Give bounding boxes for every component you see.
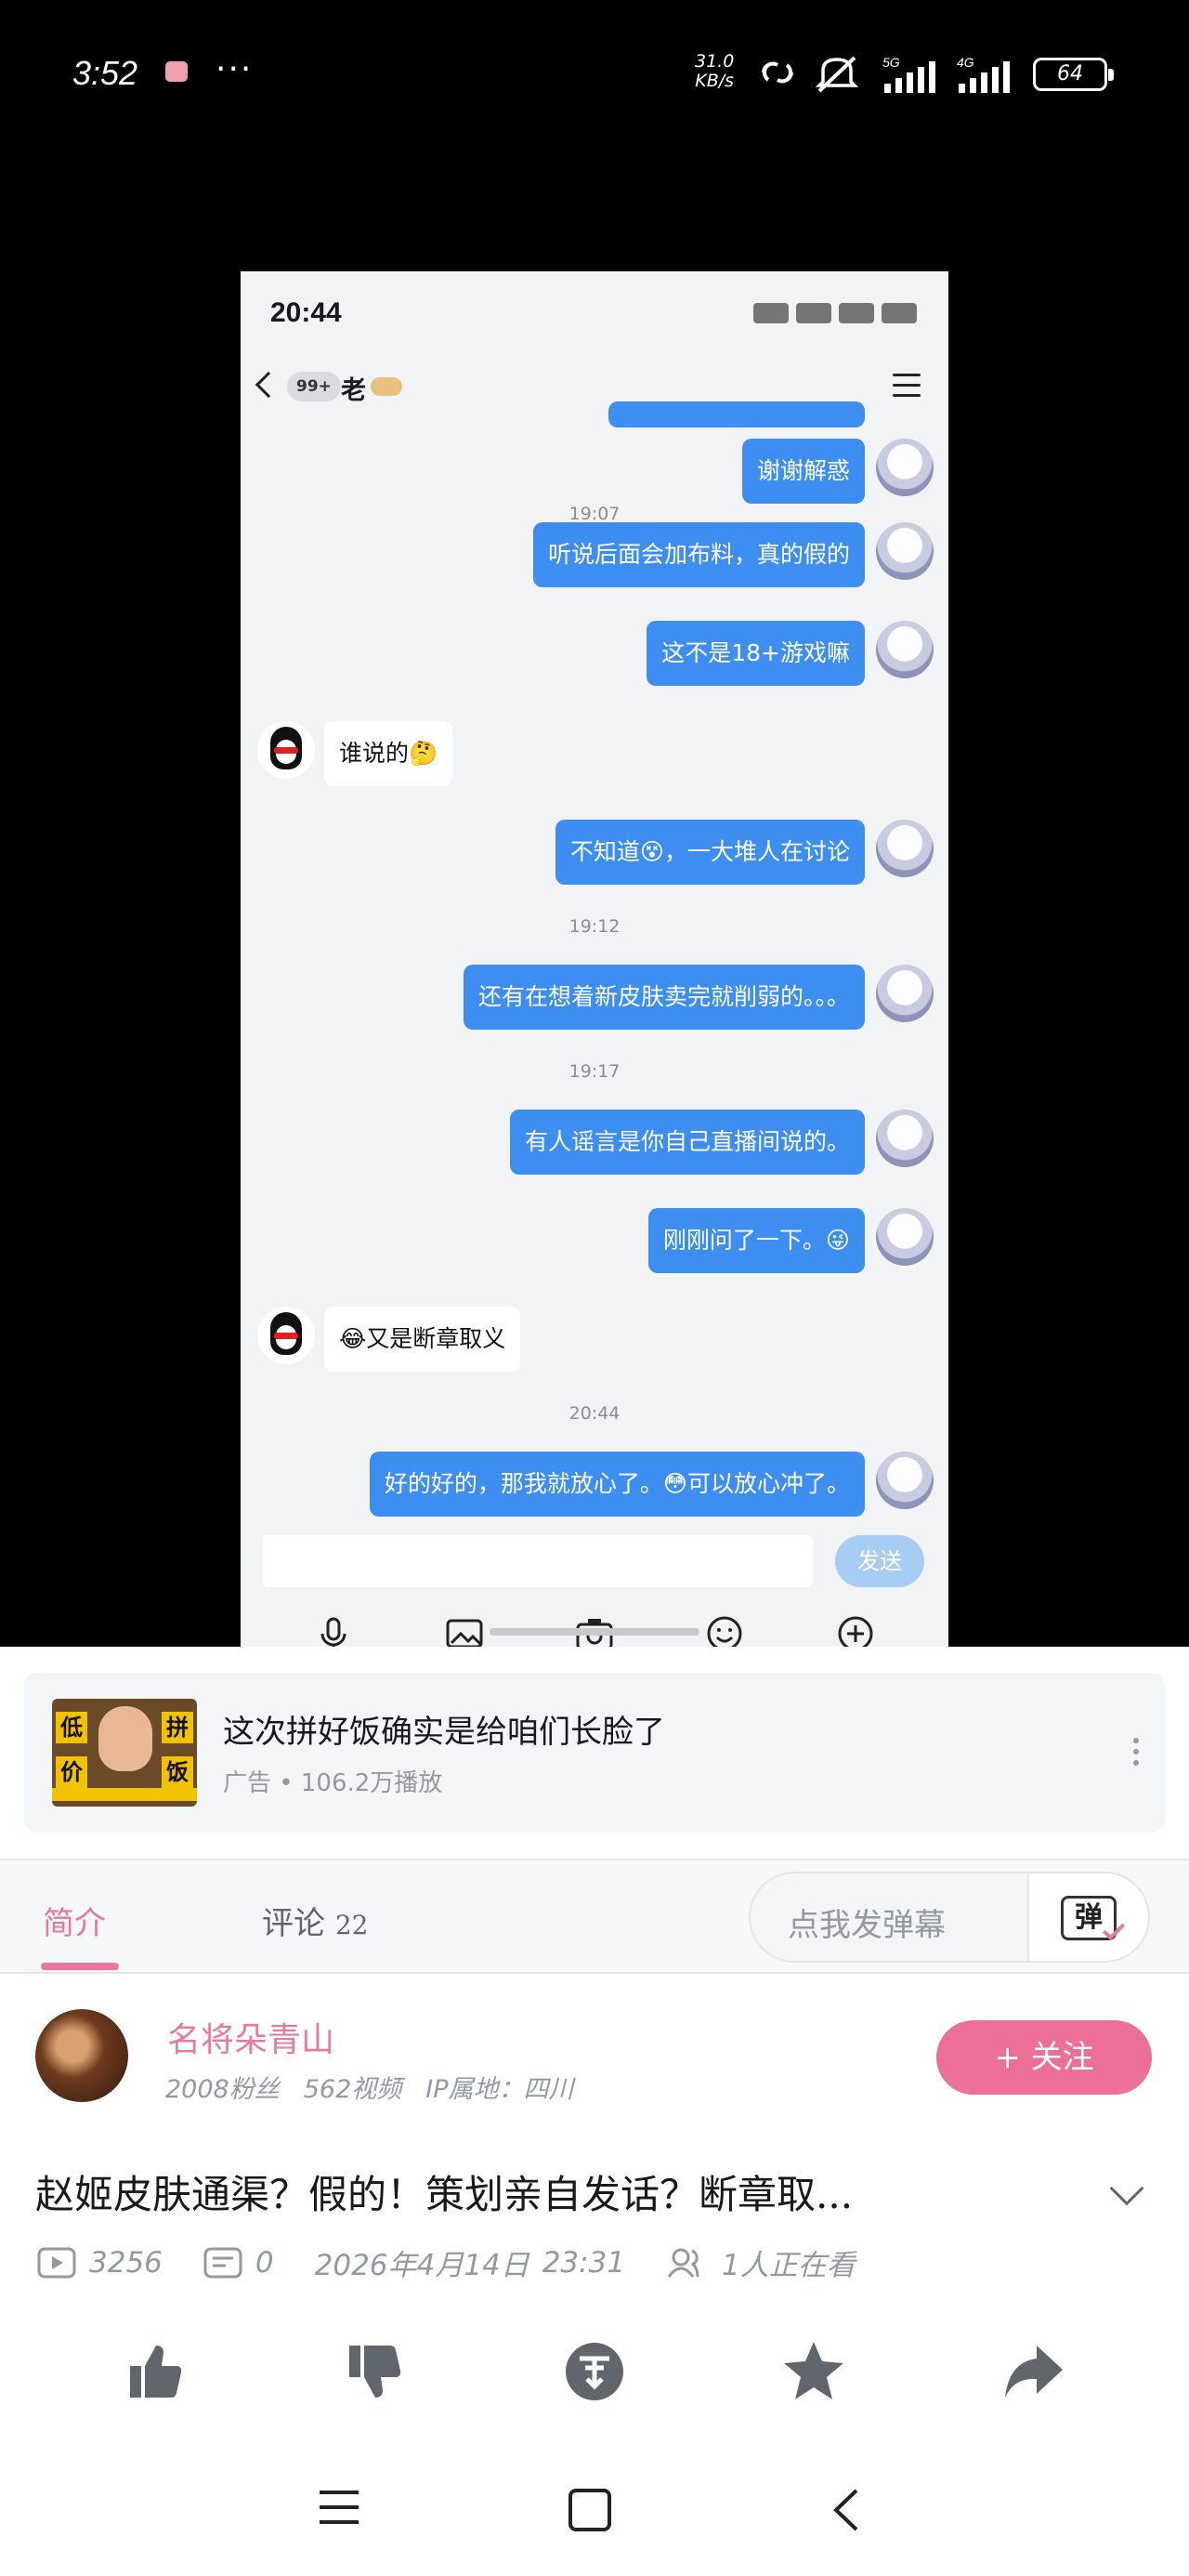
ad-subtitle: 广告 • 106.2万播放	[223, 1769, 443, 1797]
image-icon	[446, 1619, 483, 1647]
tab-comments[interactable]: 评论 22	[262, 1898, 368, 1943]
unread-badge: 99+	[287, 372, 341, 401]
detail-tabs: 简介 评论 22 点我发弹幕 弹	[0, 1860, 1189, 1972]
emoji-icon	[707, 1616, 742, 1647]
battery-icon: 64	[1033, 58, 1114, 91]
inner-status-bar: 20:44	[241, 271, 948, 355]
chat-input-bar: 发送	[241, 1526, 948, 1647]
menu-icon	[893, 374, 921, 404]
chat-timestamp: 19:17	[568, 1061, 621, 1082]
dislike-icon[interactable]	[342, 2338, 409, 2405]
avatar	[876, 621, 934, 678]
mute-icon	[815, 56, 859, 93]
clock: 3:52	[72, 54, 138, 92]
avatar	[876, 820, 934, 877]
hotspot-icon	[762, 61, 793, 84]
uploader-name[interactable]: 名将朵青山	[167, 2013, 334, 2061]
play-count: 3256	[89, 2245, 163, 2280]
avatar	[876, 965, 934, 1022]
system-nav-bar	[0, 2446, 1189, 2576]
uploader-meta: 2008粉丝 562视频 IP属地：四川	[165, 2069, 574, 2105]
chat-timestamp: 19:12	[568, 916, 621, 937]
chat-screenshot: 20:44 99+ 老 谢谢解惑 19:07 听说后面会加布料，真的假的 这不是…	[241, 271, 948, 1647]
menu-icon[interactable]	[316, 2487, 362, 2528]
more-options-icon[interactable]	[1133, 1738, 1139, 1771]
network-speed: 31.0 KB/s	[695, 51, 735, 91]
coin-icon[interactable]	[561, 2338, 628, 2405]
danmaku-count: 0	[255, 2245, 274, 2280]
avatar	[257, 721, 315, 779]
follow-button[interactable]: + 关注	[936, 2020, 1152, 2095]
chat-timestamp: 20:44	[568, 1403, 621, 1424]
inner-status-icons	[753, 303, 917, 323]
bilibili-notification-icon	[165, 61, 188, 82]
video-stats: 3256 0 2026年4月14日 23:31 1人正在看	[37, 2241, 856, 2283]
signal-4g-icon: 4G	[957, 55, 1010, 93]
danmaku-toggle-button[interactable]: 弹	[1027, 1873, 1148, 1961]
contact-name: 老	[341, 376, 366, 405]
more-notifications-icon: ···	[216, 50, 254, 88]
avatar	[257, 1307, 315, 1364]
like-icon[interactable]	[123, 2338, 189, 2405]
share-icon[interactable]	[1000, 2338, 1066, 2405]
danmaku-input[interactable]: 点我发弹幕 弹	[749, 1872, 1150, 1963]
video-count: 562视频	[303, 2075, 402, 2104]
comments-count: 22	[334, 1910, 369, 1940]
chat-timestamp: 19:07	[568, 504, 621, 524]
publish-time: 23:31	[542, 2245, 626, 2280]
uploader-avatar[interactable]	[35, 2009, 128, 2102]
inner-clock: 20:44	[270, 297, 342, 328]
system-status-bar: 3:52 ··· 31.0 KB/s 5G 4G 64	[0, 0, 1189, 149]
plus-icon	[838, 1616, 873, 1647]
action-row	[0, 2338, 1189, 2431]
chat-input-field	[263, 1535, 813, 1587]
danmaku-placeholder: 点我发弹幕	[788, 1907, 946, 1944]
publish-date: 2026年4月14日	[314, 2249, 529, 2282]
avatar	[876, 1208, 934, 1266]
send-button: 发送	[835, 1535, 924, 1587]
contact-emoji-icon	[371, 377, 402, 396]
viewers-icon	[667, 2248, 699, 2278]
back-icon	[255, 371, 282, 399]
favorite-icon[interactable]	[780, 2338, 847, 2405]
chat-bubble-cut	[608, 401, 865, 427]
expand-chevron-icon[interactable]	[1109, 2171, 1144, 2206]
ad-thumbnail: 低 拼 价 饭	[52, 1699, 197, 1807]
play-count-icon	[37, 2247, 76, 2278]
back-icon[interactable]	[827, 2487, 864, 2533]
avatar	[876, 1110, 934, 1167]
divider	[0, 1972, 1189, 1974]
avatar	[876, 522, 934, 580]
ad-title: 这次拼好饭确实是给咱们长脸了	[223, 1714, 665, 1751]
fans-count: 2008粉丝	[165, 2075, 280, 2104]
avatar	[876, 1452, 934, 1509]
avatar	[876, 439, 934, 496]
video-title: 赵姬皮肤通渠？假的！策划亲自发话？断章取...	[35, 2172, 854, 2217]
signal-5g-icon: 5G	[882, 55, 935, 93]
tab-active-indicator	[41, 1963, 119, 1970]
danmaku-count-icon	[203, 2247, 242, 2278]
ip-location: IP属地：四川	[425, 2075, 574, 2104]
microphone-icon	[320, 1617, 346, 1647]
home-icon[interactable]	[567, 2487, 613, 2533]
tab-intro[interactable]: 简介	[43, 1898, 106, 1943]
ad-card[interactable]: 低 拼 价 饭 这次拼好饭确实是给咱们长脸了 广告 • 106.2万播放	[24, 1673, 1165, 1833]
video-player[interactable]: 20:44 99+ 老 谢谢解惑 19:07 听说后面会加布料，真的假的 这不是…	[0, 149, 1189, 1647]
svg-text:5G: 5G	[882, 55, 900, 70]
watching-count: 1人正在看	[722, 2249, 856, 2282]
svg-text:4G: 4G	[957, 55, 974, 70]
home-indicator	[490, 1628, 699, 1636]
